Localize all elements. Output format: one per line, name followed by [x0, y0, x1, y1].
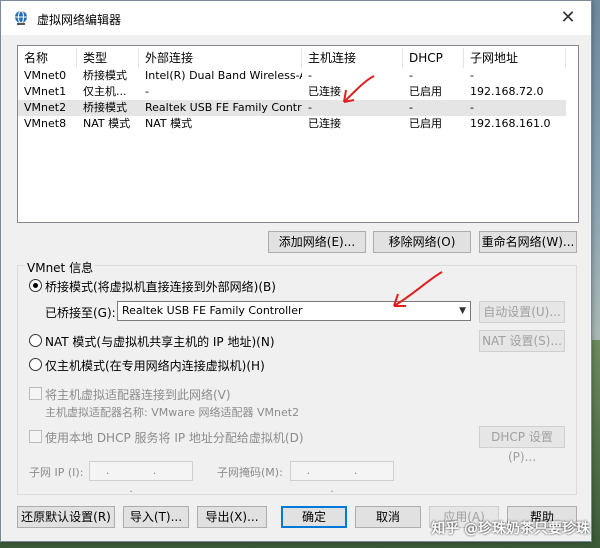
connect-adapter-checkbox[interactable] [29, 387, 42, 400]
add-network-button[interactable]: 添加网络(E)... [268, 231, 366, 253]
nat-mode-label[interactable]: NAT 模式(与虚拟机共享主机的 IP 地址)(N) [45, 333, 275, 350]
cell-host: 已连接 [308, 117, 341, 130]
dhcp-checkbox[interactable] [29, 430, 42, 443]
subnet-ip-label: 子网 IP (I): [29, 466, 84, 479]
cell-subnet: - [470, 101, 474, 114]
title-bar[interactable]: 虚拟网络编辑器 ✕ [1, 1, 591, 35]
cell-dhcp: 已启用 [409, 85, 442, 98]
cell-host: - [308, 69, 312, 82]
bridged-to-select[interactable]: Realtek USB FE Family Controller ▼ [117, 301, 471, 321]
column-header-name[interactable]: 名称 [18, 48, 77, 68]
cell-external: NAT 模式 [145, 117, 193, 130]
cell-name: VMnet1 [24, 85, 67, 98]
host-only-radio[interactable] [29, 358, 42, 371]
watermark: 知乎 @珍珠奶茶只要珍珠 [431, 521, 590, 537]
connect-adapter-label[interactable]: 将主机虚拟适配器连接到此网络(V) [45, 386, 231, 403]
virtual-network-editor-dialog: 虚拟网络编辑器 ✕ 名称 类型 外部连接 主机连接 DHCP 子网地址 VMne… [0, 0, 592, 542]
column-header-type[interactable]: 类型 [77, 48, 139, 68]
column-header-dhcp[interactable]: DHCP [403, 48, 464, 68]
bridged-to-value: Realtek USB FE Family Controller [122, 304, 303, 317]
table-row-selected[interactable]: VMnet2 桥接模式 Realtek USB FE Family Contro… [18, 100, 566, 116]
dhcp-label[interactable]: 使用本地 DHCP 服务将 IP 地址分配给虚拟机(D) [45, 429, 304, 446]
adapter-name-label: 主机虚拟适配器名称: VMware 网络适配器 VMnet2 [45, 406, 300, 419]
subnet-mask-label: 子网掩码(M): [217, 466, 283, 479]
column-header-external[interactable]: 外部连接 [139, 48, 302, 68]
close-icon[interactable]: ✕ [545, 1, 591, 35]
cell-subnet: 192.168.72.0 [470, 85, 544, 98]
vmnet-info-label: VMnet 信息 [25, 259, 96, 276]
import-button[interactable]: 导入(T)... [123, 506, 189, 528]
cell-type: 桥接模式 [83, 101, 127, 114]
cell-external: - [145, 85, 149, 98]
cell-type: NAT 模式 [83, 117, 131, 130]
cell-name: VMnet2 [24, 101, 67, 114]
cell-dhcp: - [409, 101, 413, 114]
cell-type: 仅主机... [83, 85, 127, 98]
subnet-mask-field[interactable]: . . . [290, 461, 394, 495]
subnet-ip-field[interactable]: . . . [89, 461, 193, 495]
column-header-host[interactable]: 主机连接 [302, 48, 403, 68]
cell-type: 桥接模式 [83, 69, 127, 82]
bridged-to-label: 已桥接至(G): [45, 306, 116, 320]
chevron-down-icon: ▼ [459, 306, 466, 316]
cell-dhcp: - [409, 69, 413, 82]
nat-settings-button[interactable]: NAT 设置(S)... [479, 330, 565, 352]
cell-dhcp: 已启用 [409, 117, 442, 130]
column-header-subnet[interactable]: 子网地址 [464, 48, 566, 68]
rename-network-button[interactable]: 重命名网络(W)... [479, 231, 577, 253]
ok-button[interactable]: 确定 [281, 506, 347, 528]
network-list[interactable]: 名称 类型 外部连接 主机连接 DHCP 子网地址 VMnet0 桥接模式 In… [17, 45, 579, 223]
auto-settings-button[interactable]: 自动设置(U)... [479, 301, 565, 323]
table-row[interactable]: VMnet0 桥接模式 Intel(R) Dual Band Wireless-… [18, 68, 566, 84]
globe-icon [15, 10, 27, 25]
cell-name: VMnet8 [24, 117, 67, 130]
restore-defaults-button[interactable]: 还原默认设置(R) [17, 506, 115, 528]
cell-host: 已连接 [308, 85, 341, 98]
cell-subnet: - [470, 69, 474, 82]
bridge-mode-radio[interactable] [29, 279, 42, 292]
cell-host: - [308, 101, 312, 114]
window-title: 虚拟网络编辑器 [37, 13, 122, 27]
cell-name: VMnet0 [24, 69, 67, 82]
cancel-button[interactable]: 取消 [355, 506, 421, 528]
cell-external: Realtek USB FE Family Controller [145, 101, 302, 114]
cell-external: Intel(R) Dual Band Wireless-A... [145, 69, 302, 82]
bridge-mode-label[interactable]: 桥接模式(将虚拟机直接连接到外部网络)(B) [45, 278, 276, 295]
table-row[interactable]: VMnet1 仅主机... - 已连接 已启用 192.168.72.0 [18, 84, 566, 100]
cell-subnet: 192.168.161.0 [470, 117, 551, 130]
remove-network-button[interactable]: 移除网络(O) [373, 231, 471, 253]
dhcp-settings-button[interactable]: DHCP 设置(P)... [479, 426, 565, 464]
host-only-label[interactable]: 仅主机模式(在专用网络内连接虚拟机)(H) [45, 357, 265, 374]
nat-mode-radio[interactable] [29, 334, 42, 347]
table-row[interactable]: VMnet8 NAT 模式 NAT 模式 已连接 已启用 192.168.161… [18, 116, 566, 132]
export-button[interactable]: 导出(X)... [197, 506, 267, 528]
